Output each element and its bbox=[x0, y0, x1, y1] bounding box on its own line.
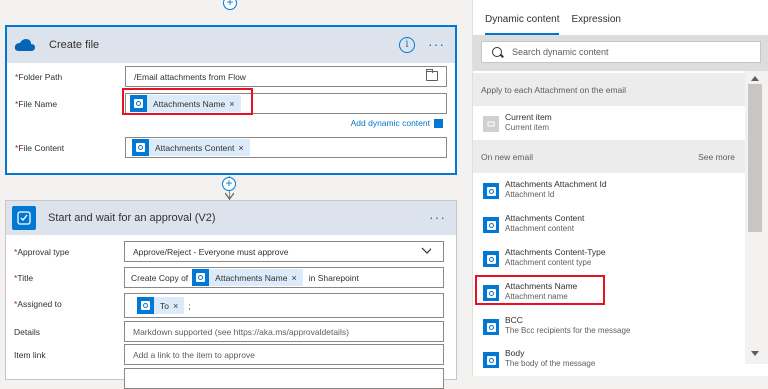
token-label: To bbox=[160, 300, 169, 311]
approval-card: Start and wait for an approval (V2) ··· … bbox=[5, 200, 457, 389]
outlook-icon bbox=[132, 139, 149, 156]
approval-header[interactable]: Start and wait for an approval (V2) ··· bbox=[6, 201, 456, 235]
more-options-icon[interactable]: ··· bbox=[428, 36, 445, 52]
details-label: Details bbox=[14, 327, 40, 337]
remove-token-icon[interactable]: × bbox=[238, 143, 243, 153]
title-field[interactable]: Create Copy of Attachments Name × in Sha… bbox=[124, 267, 444, 288]
chevron-down-icon bbox=[421, 247, 431, 254]
item-title: Attachments Content-Type bbox=[505, 247, 606, 257]
item-subtitle: The body of the message bbox=[505, 359, 596, 368]
item-title: Attachments Content bbox=[505, 213, 585, 223]
list-item[interactable]: Current item Current item bbox=[473, 106, 745, 140]
search-input[interactable]: Search dynamic content bbox=[481, 41, 761, 63]
loop-icon bbox=[483, 116, 499, 132]
create-file-header[interactable]: Create file i ··· bbox=[7, 27, 455, 63]
assigned-to-field[interactable]: To × ; bbox=[124, 293, 444, 318]
connector-arrow-icon bbox=[225, 192, 234, 200]
remove-token-icon[interactable]: × bbox=[291, 273, 296, 283]
assigned-to-label: *Assigned to bbox=[14, 299, 62, 309]
attachments-content-token[interactable]: Attachments Content × bbox=[132, 139, 250, 156]
list-item[interactable]: Attachments Attachment Id Attachment Id bbox=[473, 173, 745, 207]
panel-tabs: Dynamic content Expression bbox=[473, 0, 768, 35]
item-subtitle: Attachment Id bbox=[505, 190, 555, 199]
list-item[interactable]: Body The body of the message bbox=[473, 342, 745, 376]
list-item[interactable]: Attachments Content-Type Attachment cont… bbox=[473, 241, 745, 275]
token-label: Attachments Content bbox=[155, 142, 235, 153]
outlook-icon bbox=[483, 352, 499, 368]
to-token[interactable]: To × bbox=[137, 297, 185, 314]
onedrive-icon bbox=[13, 33, 37, 57]
assigned-suffix: ; bbox=[188, 300, 191, 311]
title-prefix: Create Copy of bbox=[131, 272, 189, 283]
info-icon[interactable]: i bbox=[399, 37, 415, 53]
search-placeholder: Search dynamic content bbox=[512, 47, 609, 57]
list-item[interactable]: Attachments Content Attachment content bbox=[473, 207, 745, 241]
file-name-label: *File Name bbox=[15, 99, 58, 109]
details-placeholder: Markdown supported (see https://aka.ms/a… bbox=[133, 326, 349, 337]
tab-dynamic-content[interactable]: Dynamic content bbox=[479, 14, 565, 35]
item-title: BCC bbox=[505, 315, 523, 325]
outlook-icon bbox=[192, 269, 210, 286]
approval-type-value: Approve/Reject - Everyone must approve bbox=[133, 246, 289, 257]
section-title: On new email bbox=[481, 151, 533, 162]
search-area: Search dynamic content bbox=[473, 35, 768, 71]
create-file-card: Create file i ··· *Folder Path /Email at… bbox=[5, 25, 457, 175]
folder-picker-icon[interactable] bbox=[426, 69, 438, 81]
item-subtitle: The Bcc recipients for the message bbox=[505, 326, 631, 335]
remove-token-icon[interactable]: × bbox=[173, 301, 178, 311]
folder-path-field[interactable]: /Email attachments from Flow bbox=[125, 66, 447, 87]
item-subtitle: Current item bbox=[505, 123, 550, 132]
outlook-icon bbox=[483, 183, 499, 199]
item-title: Body bbox=[505, 348, 525, 358]
highlight-box bbox=[122, 88, 253, 115]
item-link-label: Item link bbox=[14, 350, 46, 360]
folder-path-value: /Email attachments from Flow bbox=[134, 71, 246, 82]
item-subtitle: Attachment content type bbox=[505, 258, 592, 267]
outlook-icon bbox=[483, 319, 499, 335]
scroll-up-icon[interactable] bbox=[751, 76, 759, 81]
scroll-down-icon[interactable] bbox=[751, 351, 759, 356]
folder-path-label: *Folder Path bbox=[15, 72, 63, 82]
add-dynamic-content-link[interactable]: Add dynamic content bbox=[351, 118, 443, 129]
token-label: Attachments Name bbox=[215, 272, 288, 283]
file-content-label: *File Content bbox=[15, 143, 65, 153]
scrollbar-thumb[interactable] bbox=[748, 84, 762, 232]
list-item[interactable]: BCC The Bcc recipients for the message bbox=[473, 309, 745, 343]
create-file-title: Create file bbox=[49, 39, 100, 51]
section-apply-to-each: Apply to each Attachment on the email bbox=[473, 73, 745, 106]
dynamic-content-panel: Dynamic content Expression Search dynami… bbox=[472, 0, 768, 376]
item-subtitle: Attachment content bbox=[505, 224, 574, 233]
tab-expression[interactable]: Expression bbox=[565, 14, 626, 35]
item-title: Current item bbox=[505, 112, 552, 122]
approval-title: Start and wait for an approval (V2) bbox=[48, 212, 216, 224]
section-title: Apply to each Attachment on the email bbox=[481, 84, 627, 95]
add-dynamic-content-icon bbox=[434, 119, 443, 129]
item-title: Attachments Attachment Id bbox=[505, 179, 607, 189]
details-field[interactable]: Markdown supported (see https://aka.ms/a… bbox=[124, 321, 444, 342]
insert-step-top-icon[interactable]: + bbox=[223, 0, 237, 10]
section-on-new-email: On new email See more bbox=[473, 140, 745, 173]
outlook-icon bbox=[483, 251, 499, 267]
item-link-field[interactable]: Add a link to the item to approve bbox=[124, 344, 444, 365]
next-field[interactable] bbox=[124, 368, 444, 389]
file-content-field[interactable]: Attachments Content × bbox=[125, 137, 447, 158]
approval-type-label: *Approval type bbox=[14, 247, 70, 257]
search-icon bbox=[492, 47, 502, 57]
insert-step-icon[interactable]: + bbox=[222, 177, 236, 191]
title-label: *Title bbox=[14, 273, 34, 283]
outlook-icon bbox=[483, 217, 499, 233]
more-options-icon[interactable]: ··· bbox=[429, 209, 446, 225]
outlook-icon bbox=[137, 297, 154, 314]
highlight-box bbox=[475, 275, 605, 305]
see-more-link[interactable]: See more bbox=[698, 152, 735, 162]
item-link-placeholder: Add a link to the item to approve bbox=[133, 349, 255, 360]
title-suffix: in Sharepoint bbox=[308, 272, 359, 283]
attachments-name-token[interactable]: Attachments Name × bbox=[192, 269, 303, 286]
approval-icon bbox=[12, 206, 36, 230]
approval-type-select[interactable]: Approve/Reject - Everyone must approve bbox=[124, 241, 444, 262]
